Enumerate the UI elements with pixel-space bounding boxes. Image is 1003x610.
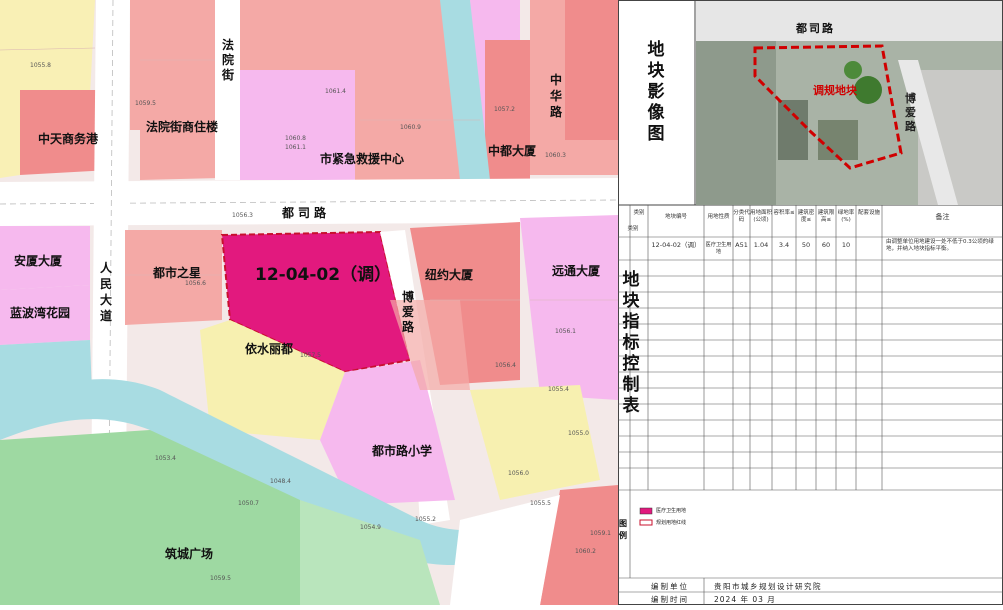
label-yuantong: 远通大厦 — [552, 264, 601, 278]
header-category: 类别 — [633, 210, 645, 216]
elevation-label: 1055.4 — [548, 386, 569, 393]
elevation-label: 1053.4 — [155, 455, 176, 462]
label-renmin-road: 人民大道 — [100, 261, 113, 323]
row-code: A51 — [735, 241, 748, 249]
label-anxia: 安厦大厦 — [14, 254, 63, 268]
elevation-label: 1057.5 — [300, 352, 321, 359]
elevation-label: 1056.6 — [185, 280, 206, 287]
elevation-label: 1057.2 — [494, 106, 515, 113]
row-density: 50 — [801, 241, 811, 249]
header-note: 备注 — [935, 213, 950, 221]
label-shijinji: 市紧急救援中心 — [320, 152, 405, 166]
elevation-label: 1060.9 — [400, 124, 421, 131]
label-fayuanjie: 法院街 — [222, 38, 235, 82]
header-facilities: 配套设施 — [857, 210, 880, 216]
header-usage: 用地性质 — [707, 214, 730, 220]
label-dushilu-xiaoxue: 都市路小学 — [372, 444, 433, 458]
label-zhongtian: 中天商务港 — [38, 132, 99, 146]
image-road-right: 博爱路 — [905, 92, 916, 133]
date-label: 编制时间 — [651, 595, 689, 604]
elevation-label: 1060.3 — [545, 152, 566, 159]
info-panel: 地块影像图 地块指标控制表 都司路 博爱路 调规地块 类别 地块编号 用地性质 … — [618, 0, 1003, 605]
elevation-label: 1061.4 — [325, 88, 346, 95]
legend-item-redline: 规划用地红线 — [656, 520, 687, 526]
label-dushizhixing: 都市之星 — [153, 266, 202, 280]
row-usage: 医疗卫生用地 — [705, 242, 732, 255]
header-code: 分类代码 — [733, 210, 750, 223]
label-zhonghua-road: 中华路 — [550, 73, 563, 119]
image-parcel-label: 调规地块 — [813, 84, 857, 97]
row-green: 10 — [841, 241, 851, 249]
compiler-label: 编制单位 — [651, 582, 689, 591]
header-height: 建筑限高≤ — [817, 210, 835, 223]
elevation-label: 1055.5 — [530, 500, 551, 507]
elevation-label: 1056.1 — [555, 328, 576, 335]
header-green: 绿地率(%) — [837, 210, 855, 223]
elevation-label: 1056.4 — [495, 362, 516, 369]
elevation-label: 1059.1 — [590, 530, 611, 537]
label-parcel: 12-04-02（调） — [255, 265, 392, 285]
elevation-label: 1061.1 — [285, 144, 306, 151]
land-use-map: 中天商务港 法院街 法院街商住楼 市紧急救援中心 中都大厦 中华路 都司路 安厦… — [0, 0, 619, 606]
label-dusi-road: 都司路 — [282, 206, 331, 220]
header-area: 用地面积(公顷) — [750, 210, 773, 223]
date-value: 2024 年 03 月 — [714, 595, 776, 604]
label-zhongdu: 中都大厦 — [488, 144, 537, 158]
map-canvas — [0, 0, 619, 606]
table-title: 地块指标控制表 — [622, 270, 640, 416]
image-title: 地块影像图 — [647, 40, 665, 144]
label-boai-road: 博爱路 — [402, 290, 415, 334]
elevation-label: 1054.9 — [360, 524, 381, 531]
label-fayuanjie-zhuzhai: 法院街商住楼 — [146, 120, 219, 134]
header-density: 建筑密度≤ — [797, 210, 815, 223]
elevation-label: 1056.3 — [232, 212, 253, 219]
elevation-label: 1060.8 — [285, 135, 306, 142]
elevation-label: 1056.0 — [508, 470, 529, 477]
elevation-label: 1059.5 — [135, 100, 156, 107]
image-road-top: 都司路 — [796, 22, 835, 35]
header-id: 地块编号 — [664, 214, 687, 220]
label-zhucheng: 筑城广场 — [165, 547, 214, 561]
elevation-label: 1055.8 — [30, 62, 51, 69]
elevation-label: 1055.2 — [415, 516, 436, 523]
label-lanbo: 蓝波湾花园 — [10, 306, 71, 320]
panel-frame — [618, 0, 1003, 605]
legend-title: 图例 — [619, 519, 627, 540]
elevation-label: 1059.5 — [210, 575, 231, 582]
row-area: 1.04 — [753, 241, 769, 249]
row-note: 由调整单位用地建设一处不低于0.3公顷的绿地，并纳入地块指标平衡。 — [886, 239, 994, 252]
legend-item-medical: 医疗卫生用地 — [656, 508, 687, 514]
row-category: 类别 — [627, 226, 639, 232]
elevation-label: 1055.0 — [568, 430, 589, 437]
label-niuyue: 纽约大厦 — [425, 268, 474, 282]
row-far: 3.4 — [778, 241, 790, 249]
elevation-label: 1050.7 — [238, 500, 259, 507]
row-id: 12-04-02（调） — [651, 241, 701, 249]
elevation-label: 1048.4 — [270, 478, 291, 485]
header-far: 容积率≤ — [773, 210, 795, 216]
elevation-label: 1060.2 — [575, 548, 596, 555]
compiler-value: 贵阳市城乡规划设计研究院 — [714, 582, 822, 591]
label-yishuili: 依水丽都 — [245, 342, 294, 356]
row-height: 60 — [821, 241, 831, 249]
